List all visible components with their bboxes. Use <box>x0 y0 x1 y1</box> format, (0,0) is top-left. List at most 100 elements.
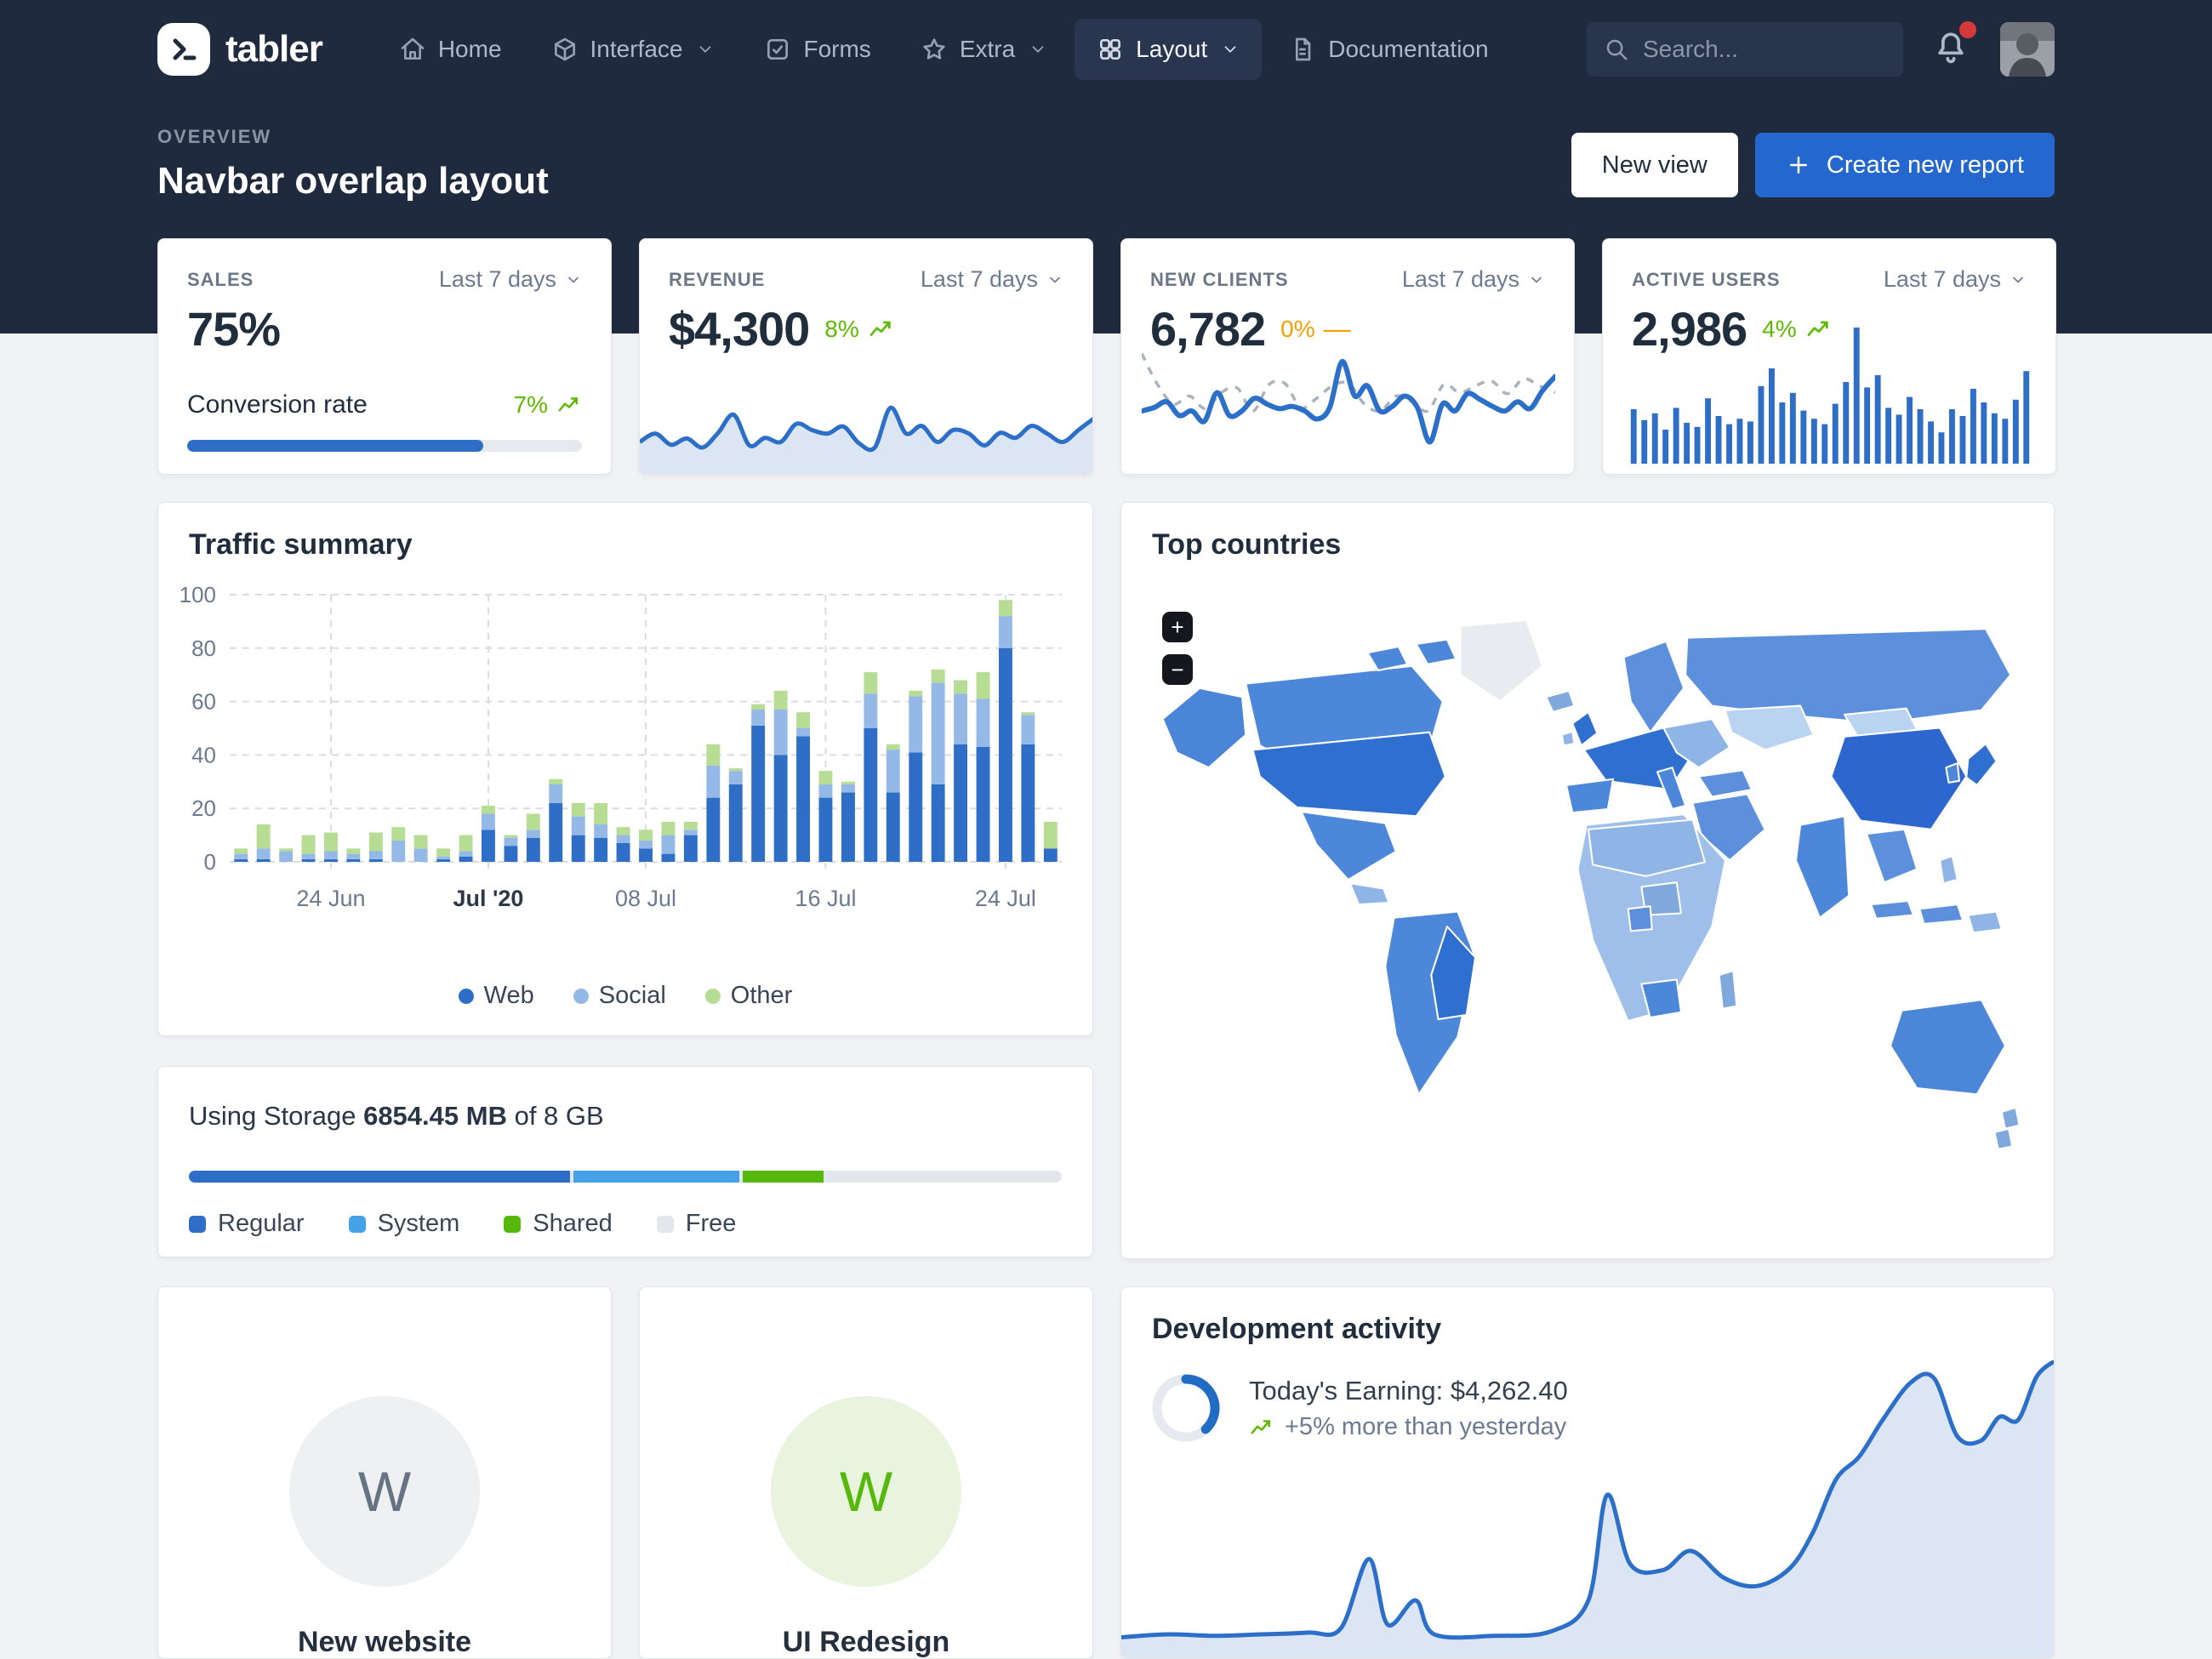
layout-grid-icon <box>1100 39 1121 60</box>
nav-item-documentation[interactable]: Documentation <box>1267 19 1510 80</box>
nav-label: Layout <box>1136 36 1208 62</box>
svg-text:80: 80 <box>191 636 216 661</box>
top-navbar: tabler Home Interface Forms Extra Layout <box>0 0 2212 99</box>
project-avatar: W <box>289 1396 480 1587</box>
brand-name: tabler <box>225 28 323 70</box>
checkbox-icon <box>767 39 789 60</box>
new-clients-card: NEW CLIENTS Last 7 days 6,782 0% — <box>1120 238 1575 475</box>
notifications-button[interactable] <box>1932 21 1976 71</box>
development-activity-chart <box>1121 1360 2054 1658</box>
revenue-sparkline-chart <box>640 405 1092 474</box>
storage-used: 6854.45 MB <box>363 1101 507 1131</box>
svg-text:08 Jul: 08 Jul <box>615 886 676 911</box>
development-activity-card: Development activity Today's Earning: $4… <box>1120 1286 2055 1659</box>
social-dot-icon <box>573 988 589 1004</box>
search-input[interactable] <box>1587 22 1903 77</box>
project-name: UI Redesign <box>782 1626 950 1658</box>
regular-swatch-icon <box>189 1215 206 1233</box>
card-label: NEW CLIENTS <box>1150 268 1289 290</box>
nav-item-extra[interactable]: Extra <box>898 19 1069 80</box>
system-swatch-icon <box>348 1215 366 1233</box>
storage-progress-bar <box>189 1171 1062 1183</box>
project-card-ui-redesign[interactable]: W UI Redesign <box>639 1286 1093 1659</box>
plus-icon <box>1789 157 1807 174</box>
legend-item-system: System <box>348 1210 459 1238</box>
traffic-legend: Web Social Other <box>158 982 1092 1010</box>
revenue-card: REVENUE Last 7 days $4,300 8% <box>639 238 1093 475</box>
storage-segment-system <box>573 1171 740 1183</box>
avatar-image <box>2000 22 2055 77</box>
period-dropdown[interactable]: Last 7 days <box>921 266 1063 293</box>
period-dropdown[interactable]: Last 7 days <box>439 266 582 293</box>
nav-item-layout[interactable]: Layout <box>1075 19 1263 80</box>
traffic-summary-chart: 0 20 40 60 80 100 24 Jun Jul '20 08 Jul 16 Jul 24 … <box>180 582 1062 911</box>
search-icon <box>1606 39 1628 60</box>
nav-label: Home <box>437 36 502 62</box>
home-icon <box>401 37 425 60</box>
sales-card: SALES Last 7 days 75% Conversion rate 7% <box>157 238 612 475</box>
legend-item-shared: Shared <box>504 1210 613 1238</box>
search-box <box>1587 22 1903 77</box>
conversion-progress <box>187 440 582 452</box>
document-icon <box>1296 37 1311 61</box>
create-report-button[interactable]: Create new report <box>1754 133 2055 197</box>
legend-item-other[interactable]: Other <box>704 982 792 1010</box>
svg-text:24 Jul: 24 Jul <box>975 886 1036 911</box>
other-dot-icon <box>704 988 721 1004</box>
chevron-down-icon <box>1032 46 1044 53</box>
nav-label: Forms <box>803 36 871 62</box>
page-title: Navbar overlap layout <box>157 160 549 202</box>
card-label: REVENUE <box>669 268 766 290</box>
svg-text:24 Jun: 24 Jun <box>296 886 365 911</box>
free-swatch-icon <box>656 1215 674 1233</box>
period-dropdown[interactable]: Last 7 days <box>1884 266 2027 293</box>
world-map[interactable] <box>1147 596 2030 1230</box>
storage-summary: Using Storage 6854.45 MB of 8 GB <box>189 1101 604 1131</box>
chevron-down-icon <box>700 46 711 53</box>
nav-item-interface[interactable]: Interface <box>529 19 738 80</box>
legend-item-regular: Regular <box>189 1210 305 1238</box>
active-users-bar-chart <box>1630 328 2030 464</box>
trending-up-icon <box>869 321 891 336</box>
create-report-label: Create new report <box>1826 151 2024 179</box>
chevron-down-icon <box>2013 276 2023 282</box>
traffic-summary-card: Traffic summary 0 20 40 60 80 100 24 Jun Jul '2… <box>157 502 1093 1036</box>
project-card-new-website[interactable]: W New website <box>157 1286 612 1659</box>
storage-segment-regular <box>189 1171 571 1183</box>
svg-text:60: 60 <box>191 689 216 715</box>
web-dot-icon <box>458 988 474 1004</box>
navbar-right <box>1587 21 2055 77</box>
storage-segment-shared <box>743 1171 824 1183</box>
star-icon <box>923 38 945 60</box>
chevron-down-icon <box>1050 276 1060 282</box>
chevron-down-icon <box>568 276 579 282</box>
storage-card: Using Storage 6854.45 MB of 8 GB Regular… <box>157 1066 1093 1257</box>
revenue-value: $4,300 <box>669 302 810 356</box>
svg-text:20: 20 <box>191 795 216 821</box>
svg-text:0: 0 <box>204 849 216 875</box>
main-nav: Home Interface Forms Extra Layout Docume… <box>377 19 1511 80</box>
box-icon <box>554 37 575 61</box>
storage-legend: Regular System Shared Free <box>189 1210 736 1238</box>
traffic-title: Traffic summary <box>189 528 413 561</box>
development-title: Development activity <box>1152 1313 1442 1345</box>
svg-text:16 Jul: 16 Jul <box>795 886 856 911</box>
card-label: SALES <box>187 268 254 290</box>
brand[interactable]: tabler <box>157 23 323 76</box>
period-dropdown[interactable]: Last 7 days <box>1402 266 1545 293</box>
new-view-button[interactable]: New view <box>1571 133 1738 197</box>
card-label: ACTIVE USERS <box>1632 268 1781 290</box>
legend-item-web[interactable]: Web <box>458 982 534 1010</box>
legend-item-social[interactable]: Social <box>573 982 666 1010</box>
revenue-delta: 8% <box>824 316 894 343</box>
shared-swatch-icon <box>504 1215 522 1233</box>
user-avatar[interactable] <box>2000 22 2055 77</box>
nav-label: Interface <box>590 36 683 62</box>
svg-text:40: 40 <box>191 742 216 767</box>
nav-item-forms[interactable]: Forms <box>742 19 892 80</box>
new-clients-sparkline-chart <box>1142 352 1555 445</box>
legend-item-free: Free <box>656 1210 736 1238</box>
project-avatar: W <box>771 1396 961 1587</box>
countries-title: Top countries <box>1152 528 1342 561</box>
nav-item-home[interactable]: Home <box>377 19 524 80</box>
